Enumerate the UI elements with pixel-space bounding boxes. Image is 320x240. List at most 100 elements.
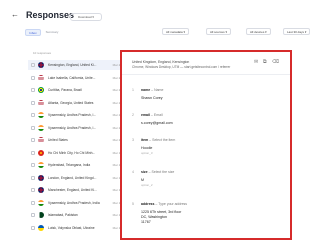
field-value-line-2: DC, Washington [141,215,168,219]
list-item[interactable]: Vyazemskiy, Andhra Pradesh, I... Mar 20 [28,110,124,120]
download-button[interactable]: Download ▾ [70,13,102,21]
mail-icon[interactable]: ✉ [254,60,258,65]
row-checkbox[interactable] [31,163,35,167]
field-option-id: option_2 [141,183,153,187]
list-item[interactable]: London, England, United Kingd... Mar 18 [28,173,124,183]
row-checkbox[interactable] [31,175,35,180]
response-count: 10 responses [33,51,52,55]
field-header: email – Email [141,113,163,117]
country-flag-icon [38,137,44,143]
field-number: 1 [132,88,134,92]
field-key: size [141,170,148,174]
top-bar: ← Responses Download ▾ [0,0,320,30]
country-flag-icon [38,149,44,156]
response-detail-panel: United Kingdom, England, Kensington Chro… [120,50,292,240]
country-flag-icon [38,162,44,168]
field-header: item – Select the item [141,138,176,142]
filter-bar: All metadata ▾ All sources ▾ All devices… [162,28,312,36]
country-flag-icon [38,74,44,81]
response-location-text: Atlanta, Georgia, United States [48,100,94,105]
response-location-text: London, England, United Kingd... [48,175,97,180]
list-item[interactable]: Ho Chi Minh City, Ho Chi Minh... Mar 19 [28,148,124,158]
response-location-text: United States [48,138,68,142]
field-header: size – Select the size [141,170,175,174]
response-location-text: Ho Chi Minh City, Ho Chi Minh... [48,150,96,155]
list-item[interactable]: Islamabad, Pakistan Mar 16 [28,210,124,220]
field-number: 3 [132,138,134,142]
country-flag-icon [38,199,44,206]
field-label: Email [153,113,163,117]
row-checkbox[interactable] [31,213,35,217]
row-checkbox[interactable] [31,200,35,205]
country-flag-icon [38,124,44,131]
response-location-text: Vyazemskiy, Andhra Pradesh, I... [48,125,97,130]
list-item[interactable]: Lutsk, Volynska Oblast, Ukraine Mar 16 [28,223,124,233]
field-value: 1225 6Th street, 3rd floor [141,210,182,214]
list-item[interactable]: Vyazemskiy, Andhra Pradesh, India Mar 17 [28,198,124,208]
tab-summary[interactable]: Summary [43,29,61,36]
row-checkbox[interactable] [31,138,35,142]
field-value-line-3: 11767 [141,220,151,224]
list-item[interactable]: Lake Isabella, California, Unite... Mar 2… [28,73,124,83]
country-flag-icon [38,174,44,181]
country-flag-icon [38,112,44,118]
country-flag-icon [38,62,44,68]
field-option-id: option_3 [141,151,153,155]
field-header: name – Name [141,88,164,92]
row-checkbox[interactable] [31,63,35,67]
response-location-text: Hyderabad, Telangana, India [48,163,91,167]
field-label: Select the item [152,138,176,142]
tab-inbox[interactable]: Inbox [25,29,41,36]
response-location-text: Lake Isabella, California, Unite... [48,75,96,80]
row-checkbox[interactable] [31,75,35,80]
response-location-text: Vyazemskiy, Andhra Pradesh, India [48,200,100,205]
row-checkbox[interactable] [31,88,35,92]
response-location-text: Manchester, England, United Ki... [48,188,97,192]
field-number: 4 [132,170,134,174]
devices-filter[interactable]: All devices ▾ [246,28,271,35]
metadata-filter[interactable]: All metadata ▾ [162,28,190,35]
response-location-text: Vyazemskiy, Andhra Pradesh, I... [48,113,97,117]
row-checkbox[interactable] [31,100,35,105]
field-label: Select the size [151,170,175,174]
list-item[interactable]: United States Mar 20 [28,135,124,145]
field-number: 5 [132,202,134,206]
field-value: Hoodie [141,146,153,150]
field-header: address – Type your address [141,202,188,206]
row-checkbox[interactable] [31,113,35,117]
list-item[interactable]: Manchester, England, United Ki... Mar 17 [28,185,124,195]
field-key: address [141,202,155,206]
field-value: s.corey@gmail.com [141,121,173,125]
country-flag-icon [38,224,44,231]
row-checkbox[interactable] [31,188,35,192]
copy-icon[interactable]: ⧉ [263,60,267,65]
date-range-filter[interactable]: Last 30 days ▾ [283,28,311,35]
response-location-text: Kensington, England, United Ki... [48,63,97,67]
row-checkbox[interactable] [31,150,35,155]
detail-actions: ✉ ⧉ ⌫ [254,60,279,66]
row-checkbox[interactable] [31,125,35,130]
response-location: United Kingdom, England, Kensington [132,60,190,64]
response-location-text: Lutsk, Volynska Oblast, Ukraine [48,225,95,230]
field-value: M [141,178,144,182]
list-item[interactable]: Vyazemskiy, Andhra Pradesh, I... Mar 20 [28,123,124,133]
list-item[interactable]: Hyderabad, Telangana, India Mar 18 [28,160,124,170]
response-location-text: Curitiba, Parana, Brazil [48,88,82,92]
country-flag-icon [38,99,44,106]
list-item[interactable]: Kensington, England, United Ki... Mar 23 [28,60,124,70]
field-key: item [141,138,149,142]
page-title: Responses [26,10,75,20]
back-arrow-icon[interactable]: ← [11,11,19,19]
response-meta: Chrome, Windows Desktop, UTM — start.get… [132,65,231,69]
field-key: email [141,113,150,117]
delete-icon[interactable]: ⌫ [272,60,279,65]
sources-filter[interactable]: All sources ▾ [206,28,232,35]
row-checkbox[interactable] [31,225,35,230]
list-item[interactable]: Curitiba, Parana, Brazil Mar 21 [28,85,124,95]
field-label: Type your address [158,202,188,206]
country-flag-icon [38,212,44,218]
list-item[interactable]: Atlanta, Georgia, United States Mar 21 [28,98,124,108]
country-flag-icon [38,187,44,193]
divider [122,74,290,75]
field-number: 2 [132,113,134,117]
